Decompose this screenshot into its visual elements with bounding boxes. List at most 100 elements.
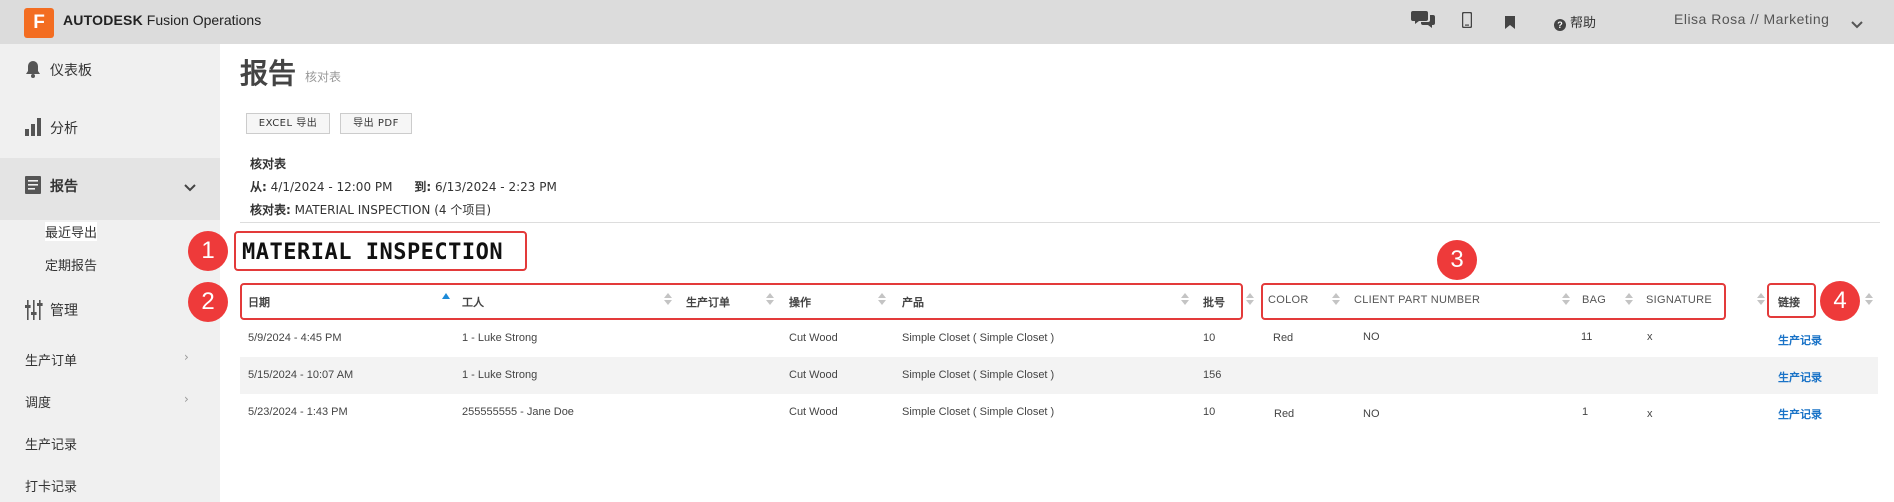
- sidebar-subitem-scheduled-reports[interactable]: 定期报告: [45, 255, 97, 274]
- meta-heading: 核对表: [250, 155, 286, 172]
- cell-date: 5/15/2024 - 10:07 AM: [248, 369, 354, 381]
- sort-icon[interactable]: [1865, 292, 1873, 306]
- production-record-link[interactable]: 生产记录: [1778, 406, 1822, 422]
- column-header-worker[interactable]: 工人: [462, 294, 484, 310]
- column-header-color[interactable]: COLOR: [1268, 294, 1309, 306]
- sidebar-item-scheduling[interactable]: 调度: [25, 392, 51, 411]
- cell-client-part: NO: [1363, 331, 1380, 343]
- checklist-info: 核对表: MATERIAL INSPECTION (4 个项目): [250, 201, 491, 218]
- help-label: 帮助: [1570, 15, 1597, 30]
- recent-exports-label: 最近导出: [45, 226, 98, 241]
- cell-product: Simple Closet ( Simple Closet ): [902, 332, 1055, 344]
- to-label: 到:: [414, 180, 432, 194]
- brand-bold: AUTODESK: [63, 12, 143, 28]
- cell-color: Red: [1273, 332, 1294, 344]
- excel-export-button[interactable]: EXCEL 导出: [246, 113, 330, 134]
- sort-ascending-icon[interactable]: [442, 293, 450, 299]
- sort-icon[interactable]: [664, 292, 672, 306]
- column-header-product[interactable]: 产品: [902, 294, 924, 310]
- cell-lot: 10: [1203, 406, 1216, 418]
- cell-signature: x: [1647, 408, 1653, 420]
- sidebar-label-manage: 管理: [50, 303, 78, 319]
- checklist-value: MATERIAL INSPECTION (4 个项目): [294, 203, 492, 217]
- brand-product: Fusion Operations: [142, 12, 262, 28]
- cell-bag: 1: [1582, 406, 1589, 418]
- sort-icon[interactable]: [766, 292, 774, 306]
- sort-icon[interactable]: [1246, 292, 1254, 306]
- sliders-icon: [25, 300, 43, 324]
- chevron-down-icon[interactable]: [184, 180, 196, 196]
- chevron-down-icon[interactable]: [1851, 14, 1863, 33]
- column-header-lot[interactable]: 批号: [1203, 294, 1225, 310]
- sidebar-subitem-recent-exports[interactable]: 最近导出: [45, 222, 98, 241]
- cell-signature: x: [1647, 331, 1653, 343]
- sidebar-label-dashboard: 仪表板: [50, 63, 92, 79]
- production-record-link[interactable]: 生产记录: [1778, 369, 1822, 385]
- cell-lot: 10: [1203, 332, 1216, 344]
- cell-bag: 11: [1581, 331, 1593, 343]
- sidebar-label-analysis: 分析: [50, 121, 78, 137]
- sidebar-label-reports: 报告: [50, 179, 78, 195]
- production-orders-label: 生产订单: [25, 354, 78, 369]
- sort-icon[interactable]: [1181, 292, 1189, 306]
- cell-worker: 1 - Luke Strong: [462, 332, 538, 344]
- bookmark-icon[interactable]: [1505, 14, 1515, 33]
- top-bar: F AUTODESK Fusion Operations ? 帮助 Elisa R…: [0, 0, 1894, 44]
- column-header-operation[interactable]: 操作: [789, 294, 811, 310]
- cell-date: 5/23/2024 - 1:43 PM: [248, 406, 348, 418]
- page-title: 报告: [240, 57, 297, 90]
- sidebar: 仪表板 分析 报告 最近导出 定期报告 管理 生产订单 › 调度 › 生产记录 …: [0, 44, 220, 502]
- chat-icon[interactable]: [1411, 9, 1435, 33]
- scheduling-label: 调度: [25, 396, 52, 411]
- annotation-badge-1: 1: [188, 231, 228, 271]
- production-record-link[interactable]: 生产记录: [1778, 332, 1822, 348]
- chevron-right-icon: ›: [184, 350, 189, 364]
- from-label: 从:: [250, 180, 267, 194]
- highlight-box-title: [234, 231, 527, 271]
- cell-product: Simple Closet ( Simple Closet ): [902, 369, 1055, 381]
- annotation-badge-3: 3: [1437, 240, 1477, 280]
- cell-worker: 255555555 - Jane Doe: [462, 406, 574, 418]
- to-value: 6/13/2024 - 2:23 PM: [434, 180, 557, 194]
- cell-product: Simple Closet ( Simple Closet ): [902, 406, 1055, 418]
- sidebar-item-production-orders[interactable]: 生产订单: [25, 350, 77, 369]
- sort-icon[interactable]: [1625, 292, 1633, 306]
- chevron-right-icon: ›: [184, 392, 189, 406]
- cell-date: 5/9/2024 - 4:45 PM: [248, 332, 342, 344]
- bell-icon: [25, 60, 41, 82]
- header-divider: [240, 222, 1880, 223]
- column-header-link[interactable]: 链接: [1778, 294, 1800, 310]
- scheduled-reports-label: 定期报告: [45, 259, 98, 274]
- bar-chart-icon: [25, 118, 43, 140]
- column-header-client-part-number[interactable]: CLIENT PART NUMBER: [1354, 294, 1480, 306]
- user-menu[interactable]: Elisa Rosa // Marketing: [1674, 11, 1829, 27]
- page-subtitle: 核对表: [305, 70, 342, 84]
- cell-operation: Cut Wood: [789, 406, 838, 418]
- column-header-date[interactable]: 日期: [248, 294, 270, 310]
- sort-icon[interactable]: [1332, 292, 1340, 306]
- fusion-logo[interactable]: F: [24, 8, 54, 38]
- brand-name: AUTODESK Fusion Operations: [63, 12, 261, 28]
- clock-records-label: 打卡记录: [25, 480, 78, 495]
- column-header-order[interactable]: 生产订单: [686, 294, 730, 310]
- cell-client-part: NO: [1363, 408, 1380, 420]
- sort-icon[interactable]: [1757, 292, 1765, 306]
- cell-operation: Cut Wood: [789, 332, 838, 344]
- date-range: 从: 4/1/2024 - 12:00 PM 到: 6/13/2024 - 2:…: [250, 178, 557, 195]
- pdf-export-button[interactable]: 导出 PDF: [340, 113, 412, 134]
- sort-icon[interactable]: [878, 292, 886, 306]
- help-link[interactable]: ? 帮助: [1554, 12, 1596, 31]
- sidebar-item-clock-records[interactable]: 打卡记录: [25, 476, 77, 495]
- column-header-bag[interactable]: BAG: [1582, 294, 1606, 306]
- meta-heading-text: 核对表: [250, 157, 287, 171]
- checklist-label: 核对表:: [250, 203, 291, 217]
- sidebar-item-production-records[interactable]: 生产记录: [25, 434, 77, 453]
- report-icon: [25, 176, 41, 198]
- cell-lot: 156: [1203, 369, 1222, 381]
- mobile-icon[interactable]: [1461, 11, 1473, 32]
- from-value: 4/1/2024 - 12:00 PM: [270, 180, 393, 194]
- sort-icon[interactable]: [1562, 292, 1570, 306]
- column-header-signature[interactable]: SIGNATURE: [1646, 294, 1712, 306]
- annotation-badge-4: 4: [1820, 281, 1860, 321]
- production-records-label: 生产记录: [25, 438, 78, 453]
